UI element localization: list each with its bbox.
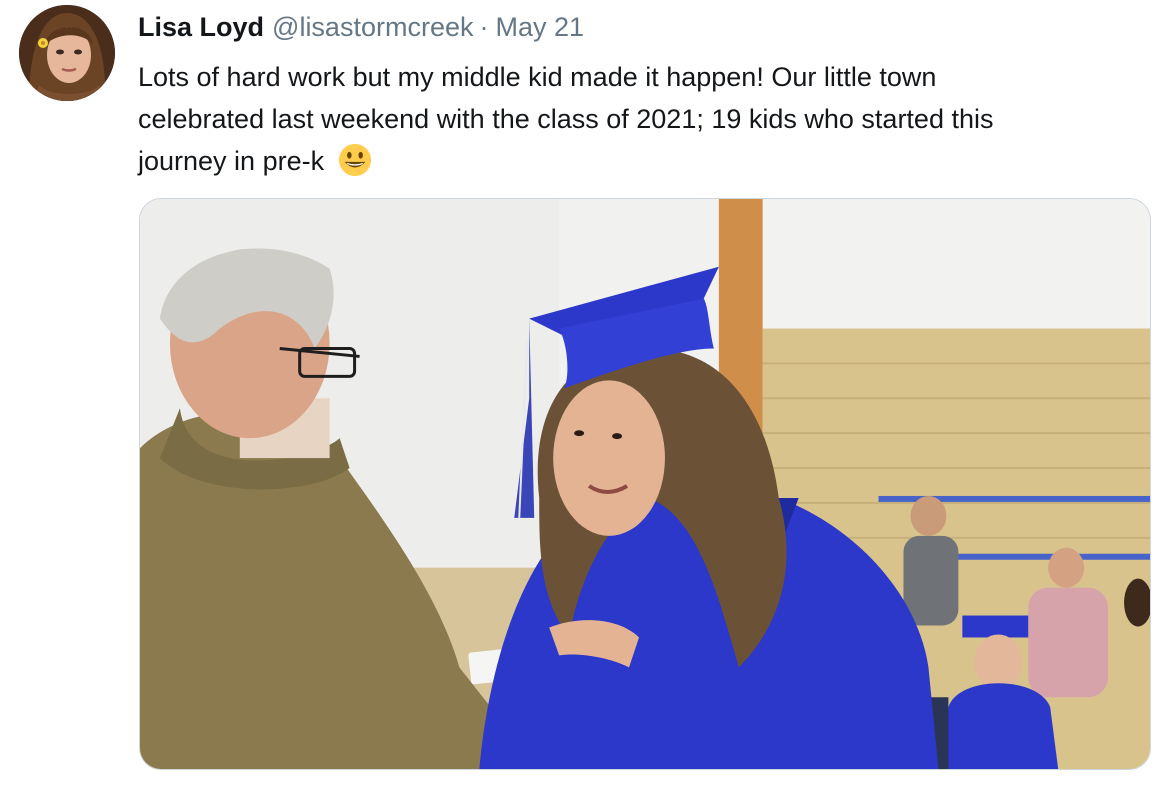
tweet-text: Lots of hard work but my middle kid made… [138, 56, 1148, 182]
tweet-date[interactable]: May 21 [495, 9, 584, 45]
tweet-photo[interactable] [139, 198, 1151, 770]
tweet-header: Lisa Loyd @lisastormcreek · May 21 [138, 9, 584, 49]
author-handle[interactable]: @lisastormcreek [272, 9, 473, 45]
profile-photo-icon [19, 5, 115, 101]
tweet-text-line-last: journey in pre-k [138, 140, 1148, 182]
graduation-photo-icon [140, 199, 1150, 769]
header-separator: · [479, 12, 489, 42]
tweet-text-line: Lots of hard work but my middle kid made… [138, 62, 937, 92]
tweet-text-line-3: journey in pre-k [138, 146, 325, 176]
grinning-face-emoji-icon [338, 143, 372, 177]
author-display-name[interactable]: Lisa Loyd [138, 9, 264, 45]
tweet: Lisa Loyd @lisastormcreek · May 21 Lots … [0, 0, 1176, 790]
author-avatar[interactable] [19, 5, 115, 101]
tweet-text-line: celebrated last weekend with the class o… [138, 104, 994, 134]
